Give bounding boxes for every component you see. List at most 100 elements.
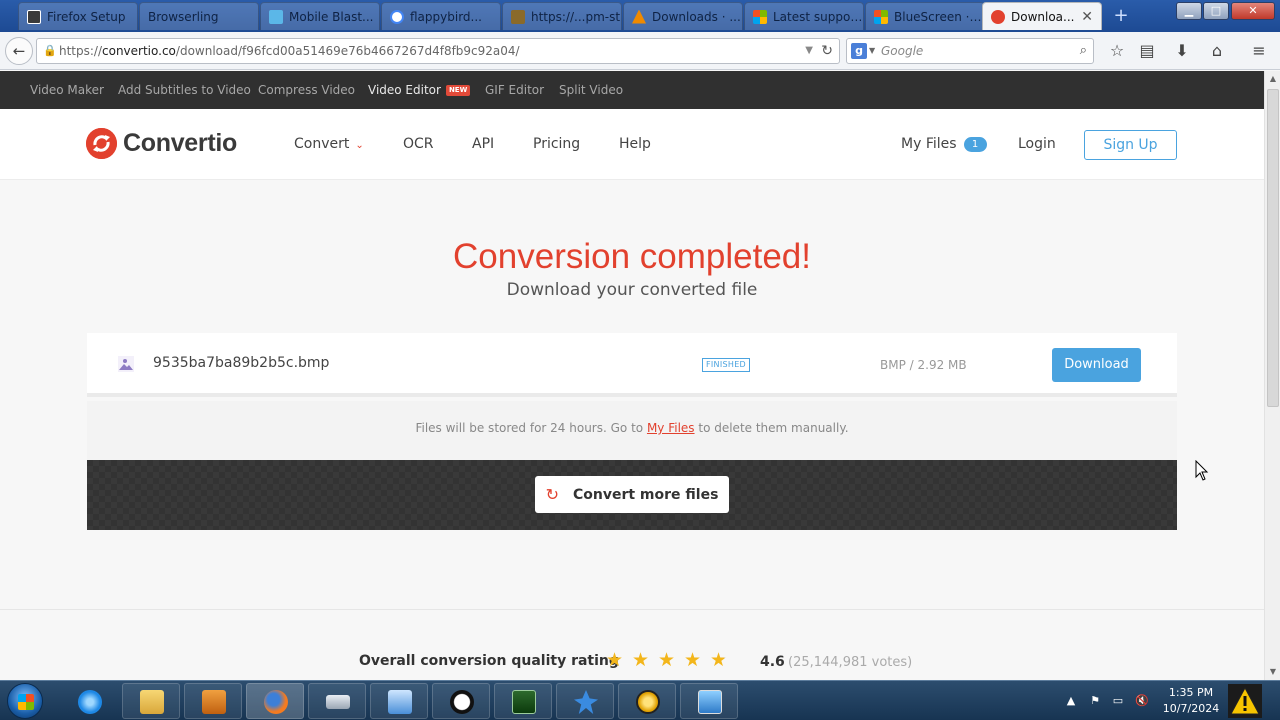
convert-more-label: Convert more files (572, 486, 719, 503)
warning-icon[interactable] (1228, 684, 1262, 718)
browser-tab[interactable]: BlueScreen · ... (865, 2, 985, 30)
google-engine-icon[interactable]: g (851, 43, 867, 59)
search-bar[interactable]: g ▼ Google ⌕ (846, 38, 1094, 64)
close-window-button[interactable]: ✕ (1231, 2, 1275, 20)
nav-api[interactable]: API (472, 109, 494, 180)
tab-label: Latest suppor... (773, 9, 863, 24)
taskbar-internet-explorer[interactable] (60, 683, 118, 719)
logo-text: Convertio (123, 129, 237, 157)
taskbar-display[interactable] (680, 683, 738, 719)
show-hidden-icons[interactable]: ▲ (1063, 693, 1079, 709)
home-icon[interactable]: ⌂ (1207, 41, 1227, 61)
browser-tab[interactable]: Latest suppor... (744, 2, 864, 30)
browser-tab-active[interactable]: Downloa... ✕ (982, 2, 1102, 30)
menu-icon[interactable]: ≡ (1249, 41, 1269, 61)
control-panel-icon (388, 690, 412, 714)
convert-more-button[interactable]: ↻ Convert more files (535, 476, 729, 513)
topbar-link-add-subtitles[interactable]: Add Subtitles to Video (118, 71, 251, 109)
bookmark-star-icon[interactable]: ☆ (1107, 41, 1127, 61)
reload-icon[interactable]: ↻ (821, 39, 833, 63)
url-scheme: https:// (59, 44, 103, 58)
url-bar[interactable]: 🔒 https://convertio.co/download/f96fcd00… (36, 38, 840, 64)
search-placeholder: Google (881, 44, 924, 58)
browser-tab[interactable]: Firefox Setup (18, 2, 138, 30)
lock-icon: 🔒 (43, 44, 57, 57)
system-clock[interactable]: 1:35 PM 10/7/2024 (1158, 685, 1224, 717)
nav-ocr[interactable]: OCR (403, 109, 434, 180)
taskbar-file-explorer[interactable] (122, 683, 180, 719)
taskbar-firefox[interactable] (246, 683, 304, 719)
my-files-link[interactable]: My Files (647, 421, 695, 435)
network-icon[interactable]: ▭ (1110, 693, 1126, 709)
navigation-toolbar: ← 🔒 https://convertio.co/download/f96fcd… (0, 32, 1280, 70)
browser-tab[interactable]: Mobile Blast... (260, 2, 380, 30)
video-editor-label: Video Editor (368, 83, 441, 97)
bird-icon (574, 690, 598, 714)
browser-tab[interactable]: Browserling (139, 2, 259, 30)
nav-convert[interactable]: Convert ⌄ (294, 109, 364, 181)
nav-pricing[interactable]: Pricing (533, 109, 580, 180)
drive-icon (326, 695, 350, 709)
globe-icon (636, 690, 660, 714)
history-dropdown-icon[interactable]: ▼ (805, 39, 813, 63)
nav-my-files[interactable]: My Files 1 (901, 109, 987, 180)
scrollbar-thumb[interactable] (1267, 89, 1279, 407)
taskbar-network-bird[interactable] (556, 683, 614, 719)
engine-dropdown-icon[interactable]: ▼ (869, 39, 875, 63)
nav-login[interactable]: Login (1018, 109, 1056, 180)
chevron-down-icon: ⌄ (355, 140, 364, 151)
taskbar-globe[interactable] (618, 683, 676, 719)
half-star-icon: ★ (710, 649, 736, 671)
browser-tab[interactable]: Downloads · ... (623, 2, 743, 30)
browser-tab[interactable]: https://...pm-st (502, 2, 622, 30)
reading-list-icon[interactable]: ▤ (1137, 41, 1157, 61)
url-path: /download/f96fcd00a51469e76b4667267d4f8f… (175, 44, 520, 58)
google-icon (390, 9, 404, 24)
file-format-size: BMP / 2.92 MB (880, 358, 967, 372)
microsoft-logo-icon (753, 9, 767, 24)
tools-topbar: Video Maker Add Subtitles to Video Compr… (0, 71, 1264, 109)
topbar-link-gif-editor[interactable]: GIF Editor (485, 71, 544, 109)
media-player-icon (202, 690, 226, 714)
rating-stars: ★ ★ ★ ★ ★ (606, 649, 736, 671)
nav-help[interactable]: Help (619, 109, 651, 180)
topbar-link-split-video[interactable]: Split Video (559, 71, 623, 109)
browser-tab-strip: Firefox Setup Browserling Mobile Blast..… (0, 0, 1280, 32)
taskbar-panda[interactable] (432, 683, 490, 719)
sign-up-button[interactable]: Sign Up (1084, 130, 1177, 160)
snowflake-icon (269, 9, 283, 24)
page-scrollbar[interactable]: ▲ ▼ (1264, 71, 1280, 680)
browser-tab[interactable]: flappybird... (381, 2, 501, 30)
download-button[interactable]: Download (1052, 348, 1141, 382)
star-icon: ★ (632, 649, 650, 671)
downloads-icon[interactable]: ⬇ (1172, 41, 1192, 61)
microsoft-logo-icon (874, 9, 888, 24)
tab-label: Downloads · ... (652, 9, 741, 24)
action-center-flag-icon[interactable]: ⚑ (1087, 693, 1103, 709)
minimize-button[interactable]: ▁ (1176, 2, 1202, 20)
taskbar-media-player[interactable] (184, 683, 242, 719)
new-tab-button[interactable]: + (1108, 6, 1134, 28)
search-icon[interactable]: ⌕ (1080, 39, 1087, 63)
taskbar-task-manager[interactable] (494, 683, 552, 719)
topbar-link-compress-video[interactable]: Compress Video (258, 71, 355, 109)
taskbar-drive[interactable] (308, 683, 366, 719)
back-button[interactable]: ← (5, 37, 33, 65)
convertio-logo[interactable]: Convertio (86, 128, 237, 159)
file-name: 9535ba7ba89b2b5c.bmp (153, 355, 330, 371)
clock-time: 1:35 PM (1168, 686, 1214, 699)
volume-muted-icon[interactable]: 🔇 (1134, 693, 1150, 709)
start-button[interactable] (7, 683, 43, 719)
taskbar-control-panel[interactable] (370, 683, 428, 719)
tab-close-icon[interactable]: ✕ (1081, 9, 1093, 25)
star-icon: ★ (606, 649, 624, 671)
scroll-down-icon[interactable]: ▼ (1265, 664, 1280, 680)
maximize-button[interactable]: □ (1203, 2, 1229, 20)
rating-label: Overall conversion quality rating (359, 653, 619, 669)
storage-note-text: Files will be stored for 24 hours. Go to (415, 421, 647, 435)
topbar-link-video-maker[interactable]: Video Maker (30, 71, 104, 109)
scroll-up-icon[interactable]: ▲ (1265, 71, 1280, 87)
convert-more-band: ↻ Convert more files (87, 460, 1177, 530)
storage-note: Files will be stored for 24 hours. Go to… (87, 401, 1177, 460)
topbar-link-video-editor[interactable]: Video Editor NEW (368, 71, 471, 109)
